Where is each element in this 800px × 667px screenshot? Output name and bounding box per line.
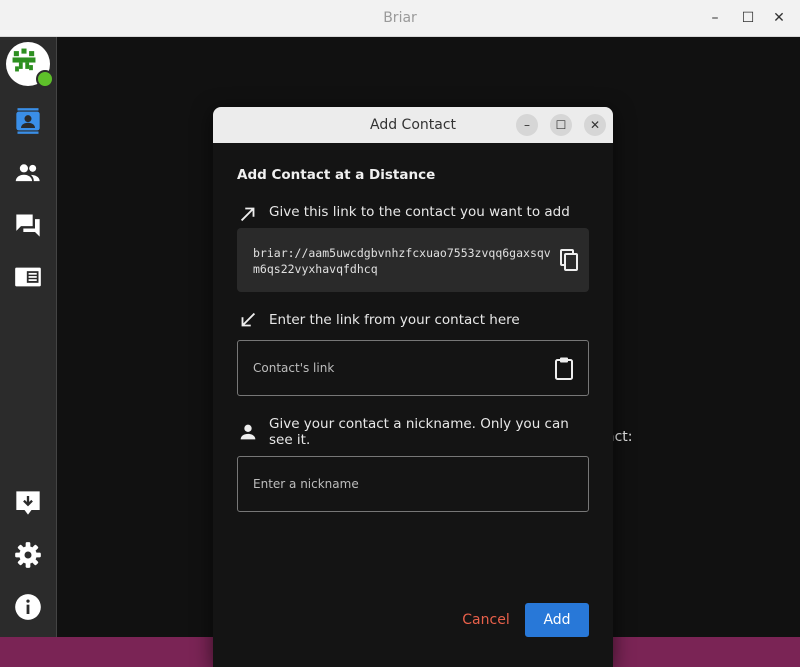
copy-icon[interactable] (557, 248, 581, 272)
download-message-icon (16, 491, 40, 515)
minimize-icon[interactable]: – (706, 9, 724, 27)
maximize-icon[interactable]: ☐ (739, 9, 757, 27)
my-link-box: briar://aam5uwcdgbvnhzfcxuao7553zvqq6gax… (237, 228, 589, 292)
dialog-minimize-icon[interactable]: – (516, 114, 538, 136)
forums-nav-button[interactable] (10, 207, 46, 243)
nickname-input[interactable] (238, 457, 568, 511)
about-nav-button[interactable] (10, 589, 46, 625)
dialog-close-icon[interactable]: ✕ (584, 114, 606, 136)
groups-nav-button[interactable] (10, 155, 46, 191)
paste-icon[interactable] (552, 356, 576, 380)
info-icon (15, 594, 41, 620)
my-link-text: briar://aam5uwcdgbvnhzfcxuao7553zvqq6gax… (253, 246, 551, 276)
add-button[interactable]: Add (525, 603, 589, 637)
identicon (10, 46, 38, 74)
blog-icon (15, 267, 41, 287)
gear-icon (15, 542, 41, 568)
person-icon (240, 424, 256, 440)
contacts-nav-button[interactable] (10, 103, 46, 139)
close-icon[interactable]: ✕ (770, 9, 788, 27)
nickname-field (237, 456, 589, 512)
arrow-up-right-icon (240, 207, 255, 222)
window-titlebar: Briar – ☐ ✕ (0, 0, 800, 37)
blogs-nav-button[interactable] (10, 259, 46, 295)
groups-icon (15, 164, 40, 182)
online-status-dot (36, 70, 54, 88)
nickname-label: Give your contact a nickname. Only you c… (269, 416, 569, 448)
contacts-icon (16, 108, 40, 134)
dialog-maximize-icon[interactable]: ☐ (550, 114, 572, 136)
enter-link-label: Enter the link from your contact here (269, 312, 520, 328)
window-title: Briar (383, 10, 417, 26)
transfer-nav-button[interactable] (10, 485, 46, 521)
sidebar (0, 37, 57, 637)
contact-link-input[interactable] (238, 341, 568, 395)
settings-nav-button[interactable] (10, 537, 46, 573)
dialog-titlebar: Add Contact – ☐ ✕ (213, 107, 613, 143)
add-contact-dialog: Add Contact – ☐ ✕ Add Contact at a Dista… (213, 107, 613, 667)
contact-link-field (237, 340, 589, 396)
forum-icon (16, 214, 40, 237)
cancel-button[interactable]: Cancel (449, 603, 523, 637)
share-link-label: Give this link to the contact you want t… (269, 204, 570, 220)
arrow-down-left-icon (241, 312, 256, 327)
section-heading: Add Contact at a Distance (237, 167, 436, 183)
